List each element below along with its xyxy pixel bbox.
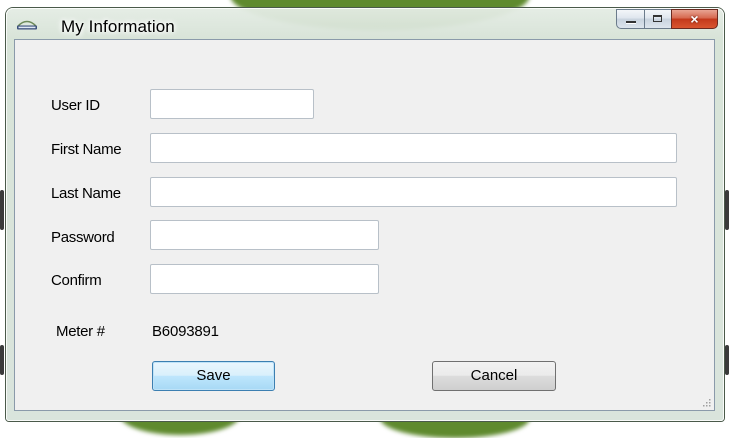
form-panel: User ID First Name Last Name Password Co… bbox=[14, 39, 715, 411]
cancel-button[interactable]: Cancel bbox=[432, 361, 556, 391]
meter-label: Meter # bbox=[56, 323, 105, 340]
password-label: Password bbox=[51, 229, 115, 246]
maximize-icon bbox=[653, 15, 662, 22]
my-information-window: My Information × User ID First Name Last… bbox=[6, 8, 724, 421]
backdrop-edge bbox=[725, 190, 729, 230]
user-id-label: User ID bbox=[51, 97, 100, 114]
save-button[interactable]: Save bbox=[152, 361, 275, 391]
user-id-field[interactable] bbox=[150, 89, 314, 119]
resize-grip-icon[interactable] bbox=[701, 397, 711, 407]
first-name-field[interactable] bbox=[150, 133, 677, 163]
omnis-logo-icon bbox=[17, 20, 37, 30]
close-button[interactable]: × bbox=[671, 9, 718, 29]
first-name-label: First Name bbox=[51, 141, 122, 158]
password-field[interactable] bbox=[150, 220, 379, 250]
close-icon: × bbox=[690, 11, 699, 27]
minimize-icon bbox=[626, 21, 636, 23]
maximize-button[interactable] bbox=[644, 9, 671, 29]
title-bar[interactable]: My Information × bbox=[6, 8, 724, 40]
meter-number: B6093891 bbox=[152, 323, 219, 340]
backdrop-edge bbox=[725, 345, 729, 375]
last-name-label: Last Name bbox=[51, 185, 121, 202]
backdrop-edge bbox=[0, 190, 4, 230]
window-title: My Information bbox=[61, 17, 175, 36]
confirm-label: Confirm bbox=[51, 272, 102, 289]
backdrop-edge bbox=[0, 345, 4, 375]
confirm-password-field[interactable] bbox=[150, 264, 379, 294]
caption-buttons: × bbox=[616, 9, 718, 30]
minimize-button[interactable] bbox=[616, 9, 644, 29]
last-name-field[interactable] bbox=[150, 177, 677, 207]
